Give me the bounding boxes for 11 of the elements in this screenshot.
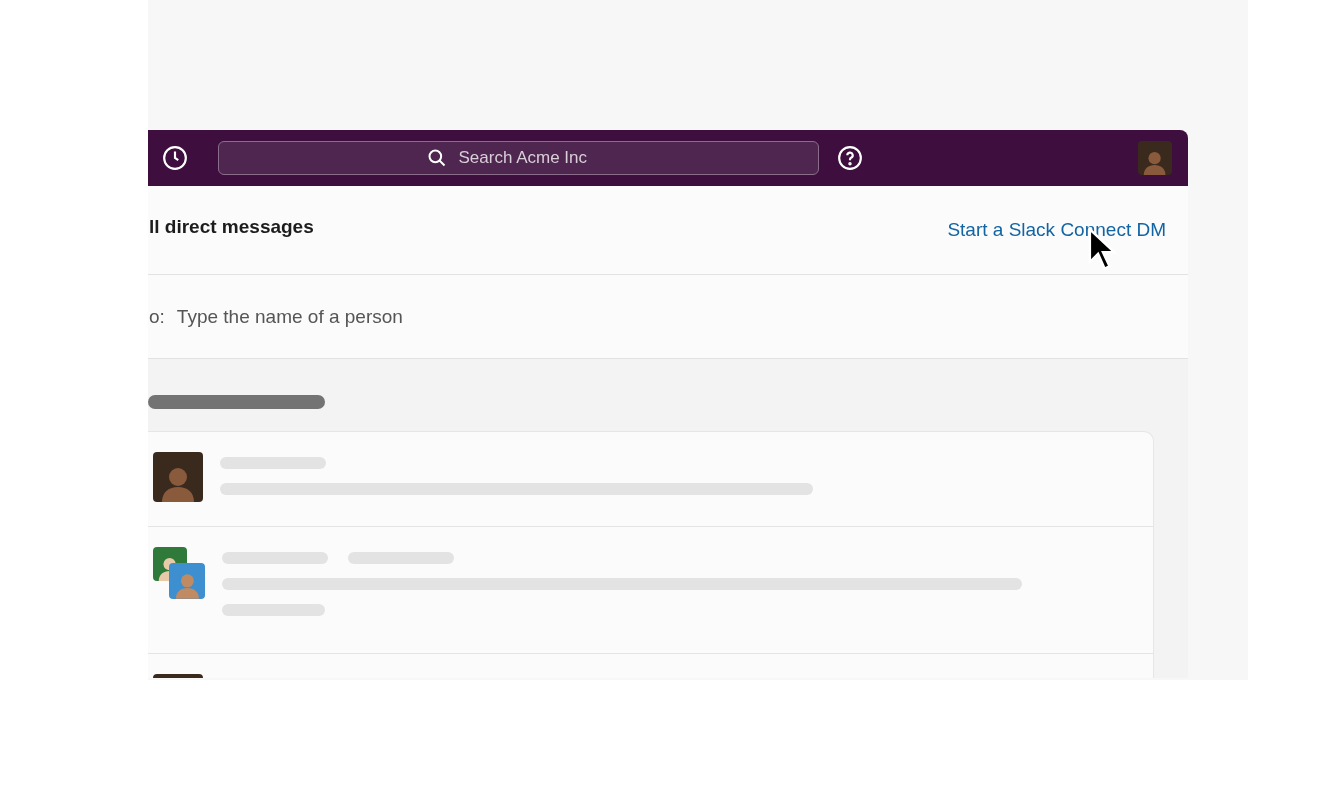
search-icon bbox=[426, 148, 447, 168]
user-avatar[interactable] bbox=[1138, 141, 1172, 175]
slack-connect-link[interactable]: Start a Slack Connect DM bbox=[947, 219, 1166, 241]
page-title: ll direct messages bbox=[149, 216, 314, 238]
recipient-field[interactable]: Type the name of a person bbox=[174, 304, 579, 329]
group-avatar bbox=[153, 547, 205, 599]
to-label: o: bbox=[149, 305, 165, 328]
clock-icon[interactable] bbox=[162, 145, 188, 171]
search-field[interactable]: Search Acme Inc bbox=[456, 147, 611, 169]
help-icon[interactable] bbox=[837, 145, 863, 171]
avatar bbox=[153, 452, 203, 502]
